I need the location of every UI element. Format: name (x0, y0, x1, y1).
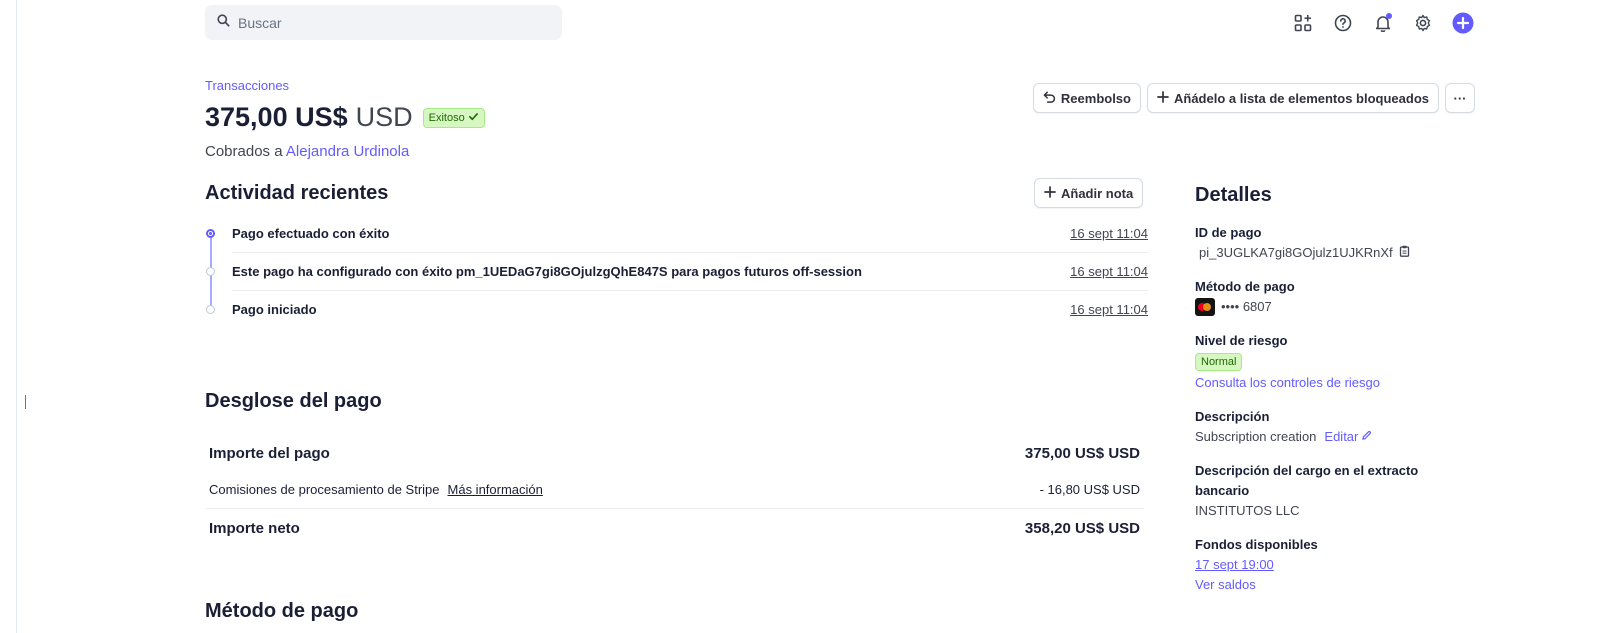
risk-badge: Normal (1195, 353, 1243, 371)
text-cursor (25, 395, 26, 409)
card-row: •••• 6807 (1195, 297, 1475, 317)
plus-icon (1157, 90, 1169, 106)
breakdown-label: Importe neto (209, 520, 300, 537)
payment-method-label: Método de pago (1195, 279, 1295, 294)
details-title: Detalles (1195, 184, 1272, 206)
breakdown-value: - 16,80 US$ USD (1039, 481, 1140, 497)
search-icon (217, 13, 230, 32)
add-note-label: Añadir nota (1061, 185, 1134, 201)
timeline-text: Pago iniciado (232, 301, 317, 317)
create-icon[interactable] (1451, 11, 1475, 35)
pencil-icon (1361, 427, 1372, 447)
more-actions-button[interactable]: ··· (1445, 83, 1475, 113)
timeline-text: Este pago ha configurado con éxito pm_1U… (232, 263, 862, 279)
statement-label: Descripción del cargo en el extracto ban… (1195, 463, 1419, 498)
help-icon[interactable] (1331, 11, 1355, 35)
funds-date-link[interactable]: 17 sept 19:00 (1195, 555, 1475, 575)
activity-title: Actividad recientes (205, 182, 389, 204)
breakdown-label: Comisiones de procesamiento de Stripe (209, 481, 440, 497)
breakdown-label: Importe del pago (209, 444, 330, 462)
risk-section: Nivel de riesgo Normal Consulta los cont… (1195, 331, 1475, 393)
breakdown-label-group: Comisiones de procesamiento de Stripe Más… (209, 482, 543, 497)
payment-id-value: pi_3UGLKA7gi8GOjulz1UJKRnXf (1199, 245, 1393, 260)
breakdown-value: 358,20 US$ USD (1024, 520, 1140, 537)
description-label: Descripción (1195, 409, 1270, 424)
payment-id-label: ID de pago (1195, 225, 1262, 240)
risk-label: Nivel de riesgo (1195, 333, 1288, 348)
status-label: Exitoso (428, 111, 465, 124)
apps-icon[interactable] (1291, 11, 1315, 35)
charged-to: Cobrados a Alejandra Urdinola (205, 143, 409, 160)
description-value: Subscription creation (1195, 429, 1317, 444)
description-row: Subscription creation Editar (1195, 427, 1475, 447)
add-to-blocklist-button[interactable]: Añádelo a lista de elementos bloqueados (1146, 83, 1439, 113)
status-badge: Exitoso (422, 107, 485, 128)
timeline-dot-active (206, 228, 215, 238)
blocklist-label: Añádelo a lista de elementos bloqueados (1173, 90, 1429, 106)
description-section: Descripción Subscription creation Editar (1195, 407, 1475, 447)
payment-id-section: ID de pago pi_3UGLKA7gi8GOjulz1UJKRnXf (1195, 223, 1475, 263)
refund-button[interactable]: Reembolso (1032, 83, 1141, 113)
refund-label: Reembolso (1060, 90, 1131, 106)
breakdown-value: 375,00 US$ USD (1024, 444, 1140, 462)
breadcrumb[interactable]: Transacciones (205, 78, 289, 93)
plus-icon (1044, 185, 1056, 201)
charged-prefix: Cobrados a (205, 143, 283, 160)
settings-icon[interactable] (1411, 11, 1435, 35)
payment-id-row: pi_3UGLKA7gi8GOjulz1UJKRnXf (1195, 243, 1475, 263)
timeline-dot (206, 266, 215, 276)
payment-method-section: Método de pago •••• 6807 (1195, 277, 1475, 317)
timeline-date[interactable]: 16 sept 11:04 (1070, 302, 1148, 317)
add-note-button[interactable]: Añadir nota (1034, 178, 1144, 208)
customer-link[interactable]: Alejandra Urdinola (286, 143, 409, 160)
notification-dot (1386, 13, 1392, 19)
funds-label: Fondos disponibles (1195, 537, 1318, 552)
top-toolbar (1291, 11, 1475, 35)
mastercard-icon (1195, 298, 1215, 316)
header-actions: Reembolso Añádelo a lista de elementos b… (1032, 83, 1475, 113)
details-panel: Detalles ID de pago pi_3UGLKA7gi8GOjulz1… (1195, 184, 1475, 609)
activity-timeline: Pago efectuado con éxito 16 sept 11:04 E… (205, 214, 1148, 328)
timeline-item: Pago iniciado 16 sept 11:04 (205, 290, 1148, 328)
edit-label: Editar (1324, 429, 1359, 444)
check-icon (468, 111, 479, 125)
statement-section: Descripción del cargo en el extracto ban… (1195, 461, 1475, 521)
breakdown-row-net: Importe neto 358,20 US$ USD (205, 508, 1144, 548)
timeline-item: Este pago ha configurado con éxito pm_1U… (205, 252, 1148, 290)
view-balances-link[interactable]: Ver saldos (1195, 575, 1475, 595)
page-title: 375,00 US$ (205, 102, 348, 132)
search-input[interactable]: Buscar (238, 15, 282, 31)
timeline-date[interactable]: 16 sept 11:04 (1070, 226, 1148, 241)
card-last4: •••• 6807 (1221, 299, 1272, 314)
breakdown-title: Desglose del pago (205, 390, 382, 412)
amount-header: 375,00 US$ USD Exitoso (205, 102, 485, 133)
breakdown-row-fees: Comisiones de procesamiento de Stripe Más… (205, 470, 1144, 508)
risk-controls-link[interactable]: Consulta los controles de riesgo (1195, 373, 1475, 393)
breakdown-row-amount: Importe del pago 375,00 US$ USD (205, 436, 1144, 470)
undo-icon (1043, 90, 1056, 106)
notifications-icon[interactable] (1371, 11, 1395, 35)
left-rail (0, 0, 17, 633)
copy-icon[interactable] (1399, 243, 1410, 263)
timeline-text: Pago efectuado con éxito (232, 225, 390, 241)
more-info-link[interactable]: Más información (448, 482, 543, 497)
timeline-date[interactable]: 16 sept 11:04 (1070, 264, 1148, 279)
timeline-dot (206, 304, 215, 314)
timeline-item: Pago efectuado con éxito 16 sept 11:04 (205, 214, 1148, 252)
payment-breakdown: Importe del pago 375,00 US$ USD Comision… (205, 436, 1144, 548)
currency-code: USD (355, 102, 413, 132)
edit-description-link[interactable]: Editar (1324, 427, 1372, 447)
payment-method-title: Método de pago (205, 600, 359, 622)
statement-value: INSTITUTOS LLC (1195, 503, 1300, 518)
search-bar[interactable]: Buscar (205, 5, 562, 40)
funds-section: Fondos disponibles 17 sept 19:00 Ver sal… (1195, 535, 1475, 595)
